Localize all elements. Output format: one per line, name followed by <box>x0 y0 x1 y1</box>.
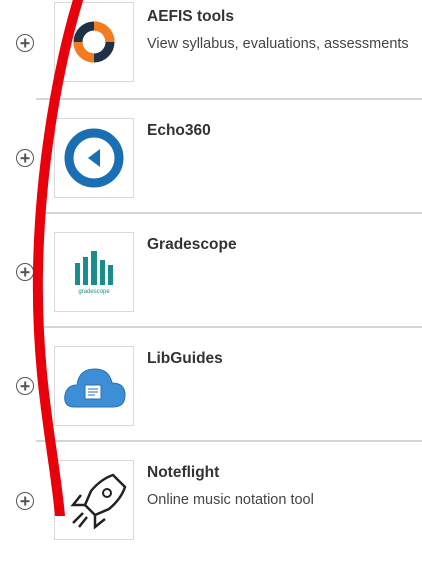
tool-row-noteflight[interactable]: Noteflight Online music notation tool <box>0 456 422 570</box>
gradescope-logo-text: gradescope <box>78 289 110 295</box>
echo360-play-icon <box>54 118 134 198</box>
tool-description: Online music notation tool <box>147 492 314 508</box>
libguides-cloud-icon <box>54 346 134 426</box>
tool-title[interactable]: AEFIS tools <box>147 8 234 26</box>
noteflight-rocket-icon <box>54 460 134 540</box>
add-echo360-button[interactable] <box>16 149 34 167</box>
tool-row-libguides[interactable]: LibGuides <box>0 342 422 456</box>
tool-title[interactable]: Echo360 <box>147 122 211 140</box>
add-aefis-button[interactable] <box>16 34 34 52</box>
add-gradescope-button[interactable] <box>16 263 34 281</box>
tool-description: View syllabus, evaluations, assessments <box>147 36 409 52</box>
tool-row-echo360[interactable]: Echo360 <box>0 114 422 228</box>
add-noteflight-button[interactable] <box>16 492 34 510</box>
add-libguides-button[interactable] <box>16 377 34 395</box>
tool-title[interactable]: Noteflight <box>147 464 219 482</box>
lti-tools-list: AEFIS tools View syllabus, evaluations, … <box>0 0 422 540</box>
tool-row-gradescope[interactable]: gradescope Gradescope <box>0 228 422 342</box>
divider <box>36 212 422 214</box>
aefis-ring-icon <box>54 2 134 82</box>
divider <box>36 98 422 100</box>
gradescope-bars-icon: gradescope <box>54 232 134 312</box>
divider <box>36 440 422 442</box>
tool-title[interactable]: Gradescope <box>147 236 237 254</box>
tool-title[interactable]: LibGuides <box>147 350 223 368</box>
divider <box>36 326 422 328</box>
tool-row-aefis[interactable]: AEFIS tools View syllabus, evaluations, … <box>0 0 422 114</box>
